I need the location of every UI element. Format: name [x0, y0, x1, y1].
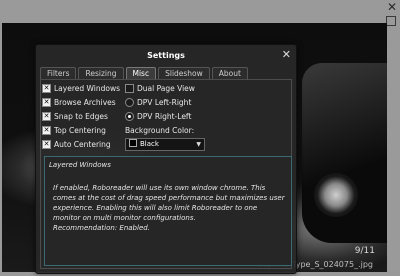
- tab-about[interactable]: About: [211, 67, 248, 79]
- option-description-panel: Layered Windows If enabled, Roboreader w…: [44, 156, 292, 266]
- tab-bar: Filters Resizing Misc Slideshow About: [40, 67, 248, 79]
- option-label: Auto Centering: [54, 140, 111, 149]
- close-icon[interactable]: ✕: [386, 1, 398, 13]
- option-dual-page-view[interactable]: Dual Page View: [125, 83, 195, 94]
- option-top-centering[interactable]: ✕ Top Centering: [42, 125, 106, 136]
- checkbox-checked-icon[interactable]: ✕: [42, 125, 51, 135]
- tab-misc[interactable]: Misc: [125, 67, 157, 79]
- checkbox-checked-icon[interactable]: ✕: [42, 139, 51, 149]
- dropdown-arrow-icon[interactable]: ▼: [196, 139, 201, 150]
- option-layered-windows[interactable]: ✕ Layered Windows: [42, 83, 120, 94]
- description-title: Layered Windows: [49, 161, 111, 169]
- radio-dpv-left-right[interactable]: DPV Left-Right: [125, 97, 192, 108]
- background-color-value: Black: [140, 140, 159, 148]
- maximize-icon[interactable]: [386, 16, 396, 26]
- checkbox-checked-icon[interactable]: ✕: [42, 97, 51, 107]
- checkbox-checked-icon[interactable]: ✕: [42, 83, 51, 93]
- radio-selected-icon[interactable]: [125, 111, 134, 121]
- option-label: Dual Page View: [137, 84, 195, 93]
- option-label: Top Centering: [54, 126, 106, 135]
- checkbox-checked-icon[interactable]: ✕: [42, 111, 51, 121]
- tab-filters[interactable]: Filters: [40, 67, 77, 79]
- tab-slideshow[interactable]: Slideshow: [158, 67, 210, 79]
- background-color-select[interactable]: Black ▼: [125, 138, 205, 151]
- option-snap-to-edges[interactable]: ✕ Snap to Edges: [42, 111, 108, 122]
- radio-icon[interactable]: [125, 97, 134, 107]
- color-swatch-icon: [129, 139, 137, 147]
- image-counter: 9/11: [354, 246, 375, 256]
- car-image: [302, 63, 387, 243]
- option-label: DPV Right-Left: [137, 112, 192, 121]
- checkbox-unchecked-icon[interactable]: [125, 83, 134, 93]
- dialog-title: Settings: [147, 51, 185, 60]
- option-auto-centering[interactable]: ✕ Auto Centering: [42, 139, 111, 150]
- option-label: Layered Windows: [54, 84, 120, 93]
- option-label: Snap to Edges: [54, 112, 108, 121]
- option-label: Browse Archives: [54, 98, 116, 107]
- option-label: DPV Left-Right: [137, 98, 192, 107]
- car-wheel: [314, 173, 358, 217]
- description-body: If enabled, Roboreader will use its own …: [53, 184, 285, 222]
- dialog-close-icon[interactable]: ✕: [282, 48, 291, 61]
- background-color-label: Background Color:: [125, 126, 195, 135]
- tab-resizing[interactable]: Resizing: [78, 67, 124, 79]
- option-browse-archives[interactable]: ✕ Browse Archives: [42, 97, 116, 108]
- description-recommendation: Recommendation: Enabled.: [53, 224, 150, 232]
- radio-dpv-right-left[interactable]: DPV Right-Left: [125, 111, 192, 122]
